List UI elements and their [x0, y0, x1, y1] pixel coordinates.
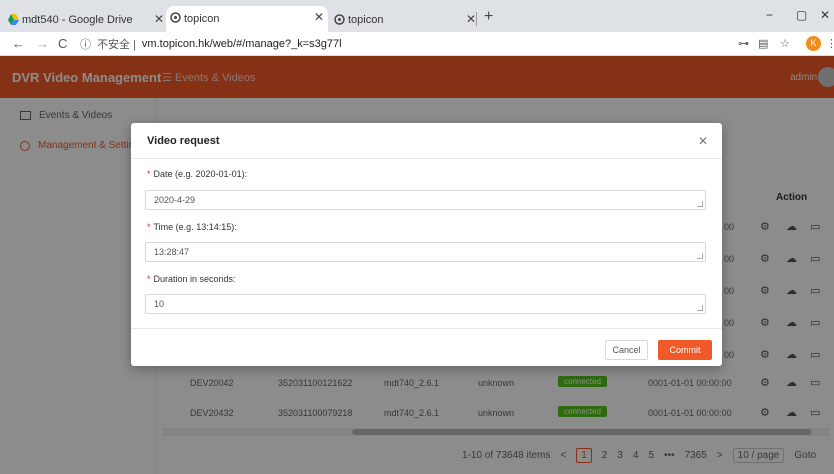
modal-footer: Cancel Commit: [131, 328, 722, 366]
tab-title: topicon: [184, 13, 220, 25]
close-tab-icon[interactable]: ✕: [466, 12, 476, 26]
topicon-icon: [170, 12, 181, 23]
modal-header: Video request ✕: [131, 123, 722, 159]
new-tab-button[interactable]: +: [484, 8, 493, 26]
url-field[interactable]: ⓘ 不安全 | vm.topicon.hk/web/#/manage?_k=s3…: [80, 35, 342, 53]
date-field[interactable]: 2020-4-29: [145, 190, 706, 210]
star-icon[interactable]: ☆: [780, 37, 790, 50]
tab-google-drive[interactable]: mdt540 - Google Drive ✕: [4, 8, 164, 32]
time-label-text: Time (e.g. 13:14:15):: [153, 222, 237, 232]
commit-button[interactable]: Commit: [658, 340, 712, 360]
close-icon[interactable]: ✕: [698, 134, 708, 148]
window-close-button[interactable]: ✕: [820, 8, 830, 22]
date-label-text: Date (e.g. 2020-01-01):: [153, 169, 248, 179]
minimize-button[interactable]: −: [766, 8, 773, 22]
security-label: 不安全 |: [97, 39, 136, 51]
translate-icon[interactable]: ▤: [758, 37, 768, 50]
duration-field[interactable]: 10: [145, 294, 706, 314]
close-tab-icon[interactable]: ✕: [154, 12, 164, 26]
forward-arrow-icon[interactable]: →: [36, 36, 49, 51]
time-field[interactable]: 13:28:47: [145, 242, 706, 262]
google-drive-icon: [8, 14, 19, 25]
video-request-modal: Video request ✕ * Date (e.g. 2020-01-01):…: [131, 123, 722, 366]
required-mark: *: [147, 169, 151, 179]
tab-topicon[interactable]: topicon ✕: [330, 8, 480, 32]
back-arrow-icon[interactable]: ←: [12, 36, 25, 51]
tab-title: mdt540 - Google Drive: [22, 14, 133, 26]
profile-avatar[interactable]: K: [806, 36, 821, 51]
date-label: * Date (e.g. 2020-01-01):: [147, 169, 247, 179]
required-mark: *: [147, 222, 151, 232]
topicon-icon: [334, 14, 345, 25]
restore-button[interactable]: ▢: [796, 8, 807, 22]
time-label: * Time (e.g. 13:14:15):: [147, 222, 237, 232]
info-icon[interactable]: ⓘ: [80, 36, 91, 52]
modal-title: Video request: [147, 135, 220, 147]
cancel-button[interactable]: Cancel: [605, 340, 648, 360]
close-tab-icon[interactable]: ✕: [314, 10, 324, 24]
key-icon[interactable]: ⊶: [738, 37, 749, 50]
menu-icon[interactable]: ⋮: [826, 37, 834, 50]
duration-label-text: Duration in seconds:: [153, 274, 236, 284]
reload-icon[interactable]: C: [58, 36, 67, 51]
address-bar: ← → C ⓘ 不安全 | vm.topicon.hk/web/#/manage…: [0, 32, 834, 56]
browser-tab-bar: mdt540 - Google Drive ✕ topicon ✕ topico…: [0, 0, 834, 32]
tab-topicon-active[interactable]: topicon ✕: [166, 6, 328, 32]
duration-label: * Duration in seconds:: [147, 274, 236, 284]
tab-separator: [476, 12, 477, 26]
tab-title: topicon: [348, 14, 384, 26]
required-mark: *: [147, 274, 151, 284]
url-text: vm.topicon.hk/web/#/manage?_k=s3g77l: [141, 38, 342, 50]
